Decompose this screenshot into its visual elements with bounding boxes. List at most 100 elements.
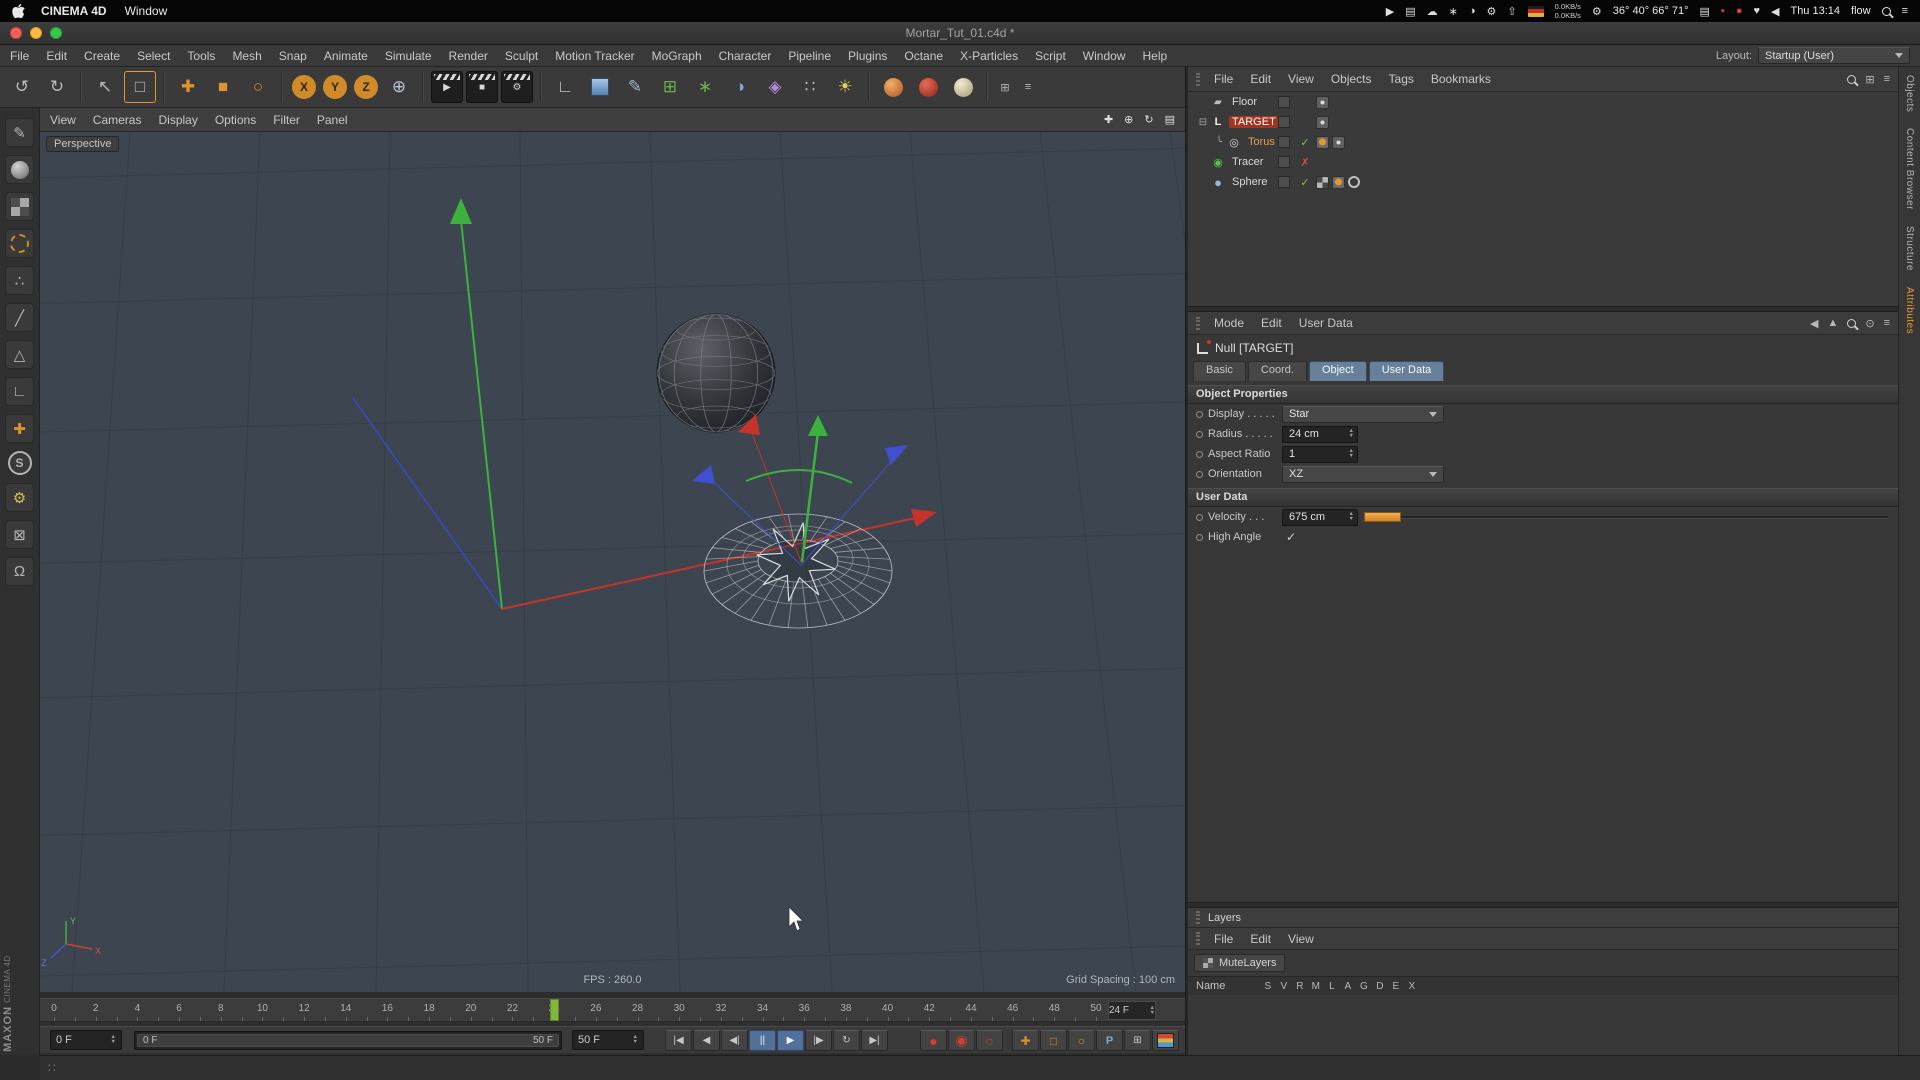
istat-gear-icon[interactable]: ⚙ — [1592, 5, 1602, 18]
coordinate-system-toggle[interactable]: ⊕ — [383, 71, 415, 103]
enable-axis-toggle[interactable]: ✚ — [5, 414, 34, 443]
viewport-menu-item-display[interactable]: Display — [158, 113, 197, 127]
close-window-button[interactable] — [10, 27, 22, 39]
autokeying-toggle[interactable]: ◉ — [948, 1030, 975, 1051]
weather-temps[interactable]: 36° 40° 66° 71° — [1613, 5, 1689, 17]
display-dropdown[interactable]: Star — [1282, 406, 1444, 423]
viewport-canvas[interactable]: YXZ Perspective FPS : 260.0 Grid Spacing… — [40, 132, 1185, 992]
texture-mode-button[interactable] — [5, 192, 34, 221]
app-menu-item-select[interactable]: Select — [137, 49, 170, 63]
viewport-solo-toggle[interactable]: S — [8, 451, 32, 475]
viewport-menu-item-panel[interactable]: Panel — [317, 113, 348, 127]
current-frame-marker[interactable] — [550, 999, 559, 1021]
loop-playback-button[interactable]: ↻ — [833, 1030, 860, 1051]
velocity-slider-fill[interactable] — [1364, 512, 1401, 522]
app-menu-item-script[interactable]: Script — [1035, 49, 1066, 63]
app-menu-item-snap[interactable]: Snap — [279, 49, 307, 63]
velocity-slider[interactable] — [1364, 511, 1888, 523]
spinner-arrows-icon[interactable] — [1349, 449, 1354, 459]
app-menu-item-create[interactable]: Create — [84, 49, 120, 63]
record-scale-toggle[interactable]: □ — [1040, 1030, 1067, 1051]
layer-chip[interactable] — [1278, 176, 1290, 188]
om-menu-icon[interactable]: ≡ — [1884, 73, 1890, 85]
object-row-target[interactable]: ⊟ L TARGET — [1188, 112, 1898, 132]
sky-ball-button[interactable] — [947, 71, 979, 103]
display-icon[interactable]: ▤ — [1405, 5, 1415, 18]
null-object-button[interactable]: ∟ — [549, 71, 581, 103]
apple-menu[interactable] — [12, 4, 25, 19]
layout-list-button[interactable]: ≡ — [1018, 71, 1038, 103]
preview-range-slider[interactable]: 0 F 50 F — [134, 1031, 562, 1050]
radius-spinner[interactable]: 24 cm — [1282, 426, 1358, 443]
spinner-arrows-icon[interactable] — [1349, 429, 1354, 439]
app-menu-item-sculpt[interactable]: Sculpt — [505, 49, 538, 63]
toggle-views-icon[interactable]: ▤ — [1165, 113, 1175, 126]
object-row-sphere[interactable]: ● Sphere ✓ — [1188, 172, 1898, 192]
macos-menu-window[interactable]: Window — [125, 4, 168, 18]
section-user-data[interactable]: User Data — [1188, 488, 1898, 507]
object-name-active[interactable]: Torus — [1245, 136, 1278, 148]
tab-user-data[interactable]: User Data — [1369, 361, 1445, 381]
app-menu-item-file[interactable]: File — [10, 49, 29, 63]
record-dot-icon[interactable]: ● — [1736, 5, 1743, 17]
light-button[interactable]: ☀ — [829, 71, 861, 103]
mute-layers-item[interactable]: MuteLayers — [1194, 954, 1285, 972]
octane-ball-button[interactable] — [912, 71, 944, 103]
am-search-icon[interactable] — [1847, 319, 1856, 328]
current-frame-field[interactable]: 24 F — [1108, 1001, 1156, 1020]
aspect-ratio-spinner[interactable]: 1 — [1282, 446, 1358, 463]
app-menu-item-mesh[interactable]: Mesh — [232, 49, 261, 63]
material-ball-button[interactable] — [877, 71, 909, 103]
rotate-view-icon[interactable]: ↻ — [1144, 113, 1153, 126]
polygons-mode-button[interactable]: △ — [5, 340, 34, 369]
keyframe-dot-icon[interactable] — [1196, 514, 1203, 521]
goto-start-button[interactable]: |◀ — [665, 1030, 692, 1051]
enabled-state[interactable]: ✓ — [1298, 136, 1312, 149]
mograph-cloner-button[interactable]: ⊞ — [654, 71, 686, 103]
app-menu-item-help[interactable]: Help — [1142, 49, 1167, 63]
range-start-spinner[interactable]: 0 F — [50, 1030, 122, 1050]
object-name[interactable]: Floor — [1229, 96, 1260, 108]
tab-basic[interactable]: Basic — [1193, 361, 1246, 381]
keyframe-dot-icon[interactable] — [1196, 431, 1203, 438]
layer-column-e[interactable]: E — [1391, 981, 1400, 992]
spinner-arrows-icon[interactable] — [1349, 512, 1354, 522]
am-menu-item-user-data[interactable]: User Data — [1299, 316, 1353, 330]
layers-menu-item-view[interactable]: View — [1288, 932, 1314, 946]
keyframe-dot-icon[interactable] — [1196, 471, 1203, 478]
side-tab-content-browser[interactable]: Content Browser — [1904, 128, 1915, 210]
am-up-icon[interactable]: ▲ — [1827, 317, 1838, 329]
previous-frame-button[interactable]: ◀| — [721, 1030, 748, 1051]
object-name[interactable]: Tracer — [1229, 156, 1266, 168]
record-rotation-toggle[interactable]: ○ — [1068, 1030, 1095, 1051]
next-frame-button[interactable]: |▶ — [805, 1030, 832, 1051]
spinner-arrows-icon[interactable] — [633, 1035, 638, 1045]
app-menu-item-octane[interactable]: Octane — [904, 49, 943, 63]
layer-column-m[interactable]: M — [1311, 981, 1320, 992]
compositing-tag[interactable] — [1316, 96, 1329, 109]
om-menu-item-tags[interactable]: Tags — [1389, 72, 1414, 86]
app-menu-item-animate[interactable]: Animate — [324, 49, 368, 63]
pause-button[interactable]: || — [749, 1030, 776, 1051]
contrast-icon[interactable]: ◑ — [1469, 5, 1476, 17]
layer-chip[interactable] — [1278, 136, 1290, 148]
goto-end-button[interactable]: ▶| — [861, 1030, 888, 1051]
y-axis-lock-toggle[interactable]: Y — [323, 75, 347, 99]
spotlight-search-icon[interactable] — [1882, 7, 1891, 16]
keyframe-dot-icon[interactable] — [1196, 534, 1203, 541]
live-selection-tool[interactable]: ↖ — [89, 71, 121, 103]
macos-menu-cinema4d[interactable]: CINEMA 4D — [41, 4, 107, 18]
mograph-effector-button[interactable]: ∗ — [689, 71, 721, 103]
object-row-tracer[interactable]: ◉ Tracer ✗ — [1188, 152, 1898, 172]
model-mode-button[interactable] — [5, 155, 34, 184]
side-tab-structure[interactable]: Structure — [1904, 226, 1915, 271]
layers-menu-item-edit[interactable]: Edit — [1250, 932, 1271, 946]
texture-axis-mode-button[interactable] — [5, 229, 34, 258]
om-menu-item-view[interactable]: View — [1288, 72, 1314, 86]
tab-coord[interactable]: Coord. — [1248, 361, 1307, 381]
app-menu-item-motion-tracker[interactable]: Motion Tracker — [555, 49, 634, 63]
app-menu-item-mograph[interactable]: MoGraph — [652, 49, 702, 63]
om-panel-icon[interactable]: ⊞ — [1865, 73, 1874, 86]
app-menu-item-simulate[interactable]: Simulate — [385, 49, 432, 63]
layers-menu-item-file[interactable]: File — [1214, 932, 1233, 946]
